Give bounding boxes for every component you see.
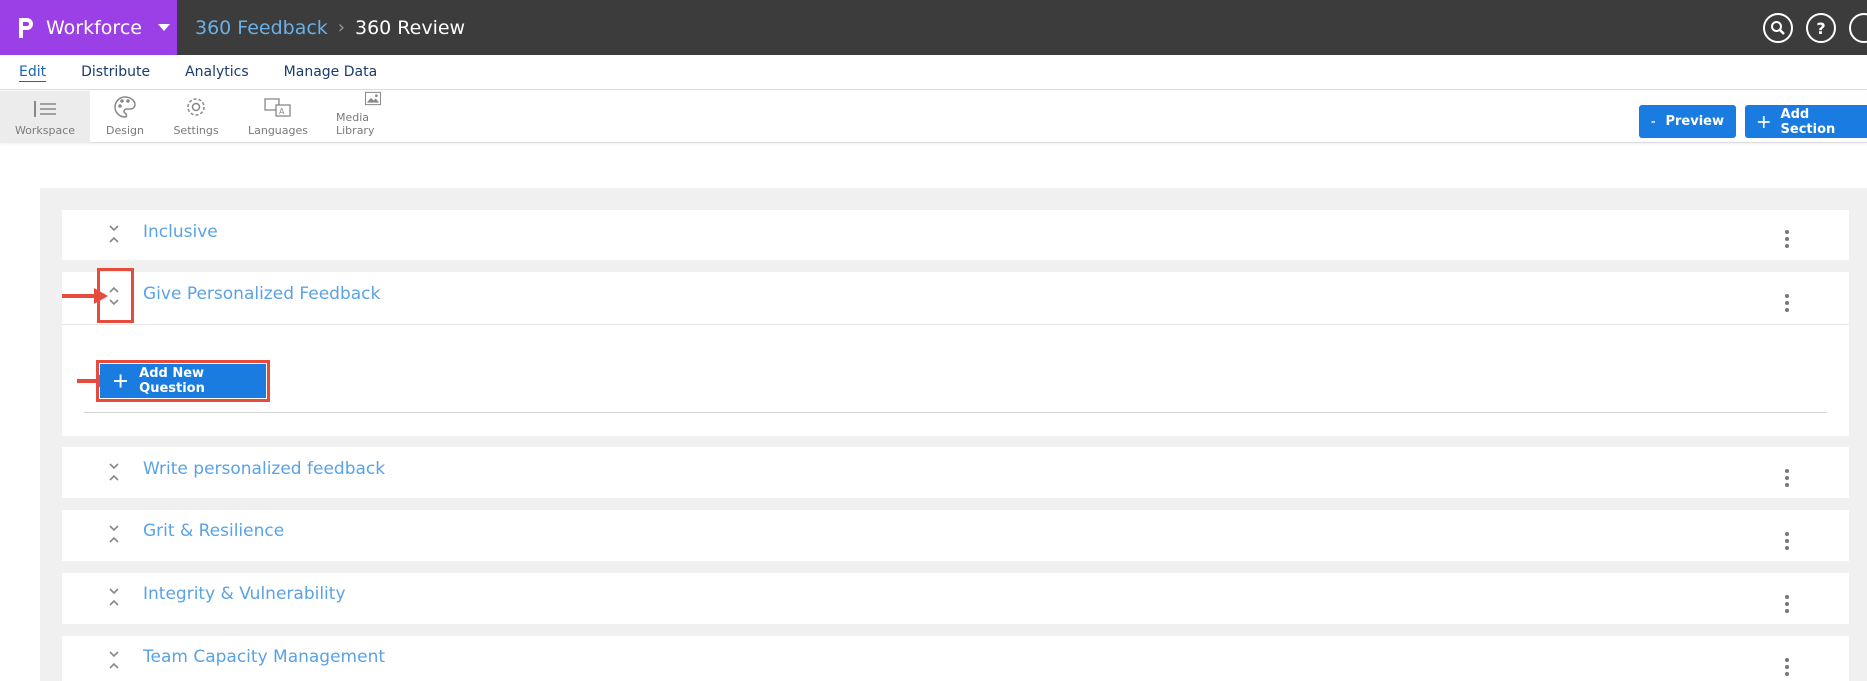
section-title[interactable]: Write personalized feedback — [143, 459, 385, 479]
collapse-toggle-icon[interactable] — [108, 524, 120, 544]
tab-distribute[interactable]: Distribute — [81, 64, 150, 80]
more-options-icon[interactable] — [1785, 595, 1789, 616]
section-integrity-vulnerability: Integrity & Vulnerability — [62, 573, 1849, 624]
more-options-icon[interactable] — [1785, 532, 1789, 553]
section-grit-resilience: Grit & Resilience — [62, 510, 1849, 561]
tab-edit[interactable]: Edit — [19, 64, 46, 80]
palette-icon — [114, 96, 136, 118]
plus-icon — [1757, 115, 1770, 128]
workspace-icon — [34, 101, 56, 117]
tool-design[interactable]: Design — [100, 91, 150, 143]
preview-label: Preview — [1665, 114, 1724, 129]
tool-media-library[interactable]: Media Library — [336, 91, 410, 143]
tool-workspace[interactable]: Workspace — [0, 91, 90, 143]
add-new-question-label: Add New Question — [139, 366, 205, 396]
add-new-question-button[interactable]: Add New Question — [96, 360, 270, 402]
tool-label: Design — [106, 124, 144, 137]
collapse-toggle-icon[interactable] — [108, 650, 120, 670]
breadcrumb-current: 360 Review — [355, 16, 466, 39]
product-name: Workforce — [46, 16, 142, 39]
image-icon — [364, 91, 382, 106]
section-title[interactable]: Give Personalized Feedback — [143, 284, 380, 304]
question-area-divider — [84, 412, 1827, 413]
add-section-label: Add Section — [1780, 106, 1836, 137]
main-tabs: Edit Distribute Analytics Manage Data — [0, 55, 1867, 90]
languages-icon: A — [264, 98, 291, 117]
toolbar: Workspace Design Settings A Languages Me… — [0, 91, 1867, 143]
gear-icon — [187, 98, 205, 116]
tool-settings[interactable]: Settings — [171, 91, 221, 143]
more-options-icon[interactable] — [1785, 658, 1789, 679]
tool-label: Languages — [247, 124, 309, 137]
pointer-arrow-icon — [62, 288, 108, 304]
more-options-icon[interactable] — [1785, 294, 1789, 315]
section-inclusive: Inclusive — [62, 210, 1849, 260]
eye-icon — [1651, 120, 1656, 123]
top-bar: Workforce 360 Feedback › 360 Review ? — [0, 0, 1867, 55]
collapse-toggle-icon[interactable] — [108, 224, 120, 244]
tab-manage-data[interactable]: Manage Data — [284, 64, 378, 80]
tab-analytics[interactable]: Analytics — [185, 64, 249, 80]
tool-label: Media Library — [336, 111, 375, 137]
more-options-icon[interactable] — [1785, 230, 1789, 251]
chevron-right-icon: › — [337, 17, 345, 38]
more-options-icon[interactable] — [1785, 469, 1789, 490]
section-write-personalized-feedback: Write personalized feedback — [62, 447, 1849, 498]
breadcrumb: 360 Feedback › 360 Review — [195, 0, 465, 55]
section-title[interactable]: Integrity & Vulnerability — [143, 584, 346, 604]
section-title[interactable]: Team Capacity Management — [143, 647, 385, 667]
section-title[interactable]: Inclusive — [143, 222, 218, 242]
section-team-capacity-management: Team Capacity Management — [62, 636, 1849, 681]
caret-down-icon — [157, 24, 170, 31]
tool-label: Settings — [173, 124, 219, 137]
product-switcher[interactable]: Workforce — [0, 0, 177, 55]
breadcrumb-project[interactable]: 360 Feedback — [195, 17, 328, 39]
tool-label: Workspace — [14, 124, 76, 137]
logo-icon — [19, 17, 33, 38]
user-icon[interactable] — [1849, 13, 1867, 43]
svg-text:A: A — [279, 107, 285, 116]
help-icon[interactable]: ? — [1806, 13, 1836, 43]
search-icon[interactable] — [1763, 13, 1793, 43]
plus-icon — [114, 374, 128, 388]
collapse-toggle-icon[interactable] — [108, 462, 120, 482]
add-section-button[interactable]: Add Section — [1745, 105, 1867, 138]
tool-languages[interactable]: A Languages — [248, 91, 308, 143]
collapse-toggle-icon[interactable] — [108, 587, 120, 607]
section-header-divider — [62, 324, 1849, 325]
preview-button[interactable]: Preview — [1639, 105, 1736, 138]
section-title[interactable]: Grit & Resilience — [143, 521, 284, 541]
